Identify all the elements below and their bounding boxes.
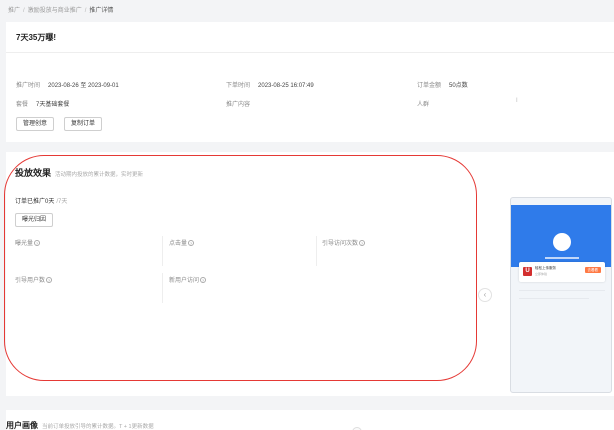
promo-time-value: 2023-08-26 至 2023-09-01 [48,83,119,89]
effect-title: 投放效果 [15,168,52,178]
promoted-label: 订单已推广0天 [15,199,55,205]
order-amount: 订单金额 50点数 [417,80,468,89]
audience: 人群 [417,99,437,108]
amount-label: 订单金额 [417,83,442,89]
divider [162,236,163,266]
audience-value-text: I [516,98,518,104]
metric-users-label: 引导用户数 [15,278,46,284]
help-icon[interactable]: ? [200,277,207,284]
ad-cta-button: 去看看 [584,267,601,273]
ad-subtitle: 立即体验 [535,272,548,276]
metric-clicks-label: 点击量 [169,241,188,247]
copy-order-button[interactable]: 复制订单 [64,117,103,131]
manage-creative-button[interactable]: 管理创意 [16,117,55,131]
order-info-card: 7天35万曝! 推广时间 2023-08-26 至 2023-09-01 下单时间… [6,22,614,142]
effect-subtitle: 活动期内投放的累计数据，实时更新 [55,172,144,178]
package: 套餐 7天基础套餐 [16,99,69,108]
promoted-days: 订单已推广0天/7天 [15,196,67,205]
breadcrumb-separator: / [23,8,25,14]
breadcrumb: 推广 / 激励投放与商业推广 / 推广详情 [8,5,113,14]
promo-content: 推广内容 [226,99,258,108]
metric-new-users: 新用户访问? [169,275,207,284]
metric-users: 引导用户数? [15,275,53,284]
order-time: 下单时间 2023-08-25 16:07:49 [226,80,314,89]
metric-new-users-label: 新用户访问 [169,278,200,284]
effect-header: 投放效果 活动期内投放的累计数据，实时更新 [15,163,143,181]
audience-label: 人群 [417,102,430,108]
package-label: 套餐 [16,102,29,108]
breadcrumb-item-incentive[interactable]: 激励投放与商业推广 [28,8,82,14]
metric-impressions: 曝光量? [15,238,41,247]
divider [162,273,163,303]
user-portrait-section: 用户画像 当前订单投放引导的累计数据。T + 1更新数据 [6,410,614,430]
metric-visits-label: 引导访问次数 [322,241,359,247]
promo-time: 推广时间 2023-08-26 至 2023-09-01 [16,80,119,89]
help-icon[interactable]: ? [188,240,195,247]
portrait-title: 用户画像 [6,421,38,430]
order-time-label: 下单时间 [226,83,251,89]
metric-visits: 引导访问次数? [322,238,366,247]
avatar [553,233,571,251]
promo-time-label: 推广时间 [16,83,41,89]
order-time-value: 2023-08-25 16:07:49 [258,83,314,89]
ad-card: U 轻松上传服务 立即体验 去看看 [519,262,605,282]
order-title: 7天35万曝! [16,33,57,42]
promoted-total: /7天 [56,199,68,205]
audience-value: I [516,98,518,104]
phone-header [511,205,611,267]
attribution-button[interactable]: 曝光归因 [15,213,54,227]
ad-title: 轻松上传服务 [535,266,556,270]
app-logo: U [523,267,532,276]
divider [6,52,614,53]
breadcrumb-item-current: 推广详情 [89,8,114,14]
breadcrumb-separator: / [84,8,87,14]
content-label: 推广内容 [226,102,251,108]
package-value: 7天基础套餐 [36,102,70,108]
portrait-header: 用户画像 当前订单投放引导的累计数据。T + 1更新数据 [6,415,154,430]
help-icon[interactable]: ? [359,240,366,247]
phone-preview: U 轻松上传服务 立即体验 去看看 [510,197,612,393]
metric-clicks: 点击量? [169,238,195,247]
chevron-left-icon[interactable]: ‹ [478,288,492,302]
metric-impressions-label: 曝光量 [15,241,34,247]
portrait-subtitle: 当前订单投放引导的累计数据。T + 1更新数据 [42,424,154,430]
amount-value: 50点数 [449,83,468,89]
help-icon[interactable]: ? [46,277,53,284]
divider [316,236,317,266]
breadcrumb-item-promo[interactable]: 推广 [8,8,20,14]
help-icon[interactable]: ? [34,240,41,247]
